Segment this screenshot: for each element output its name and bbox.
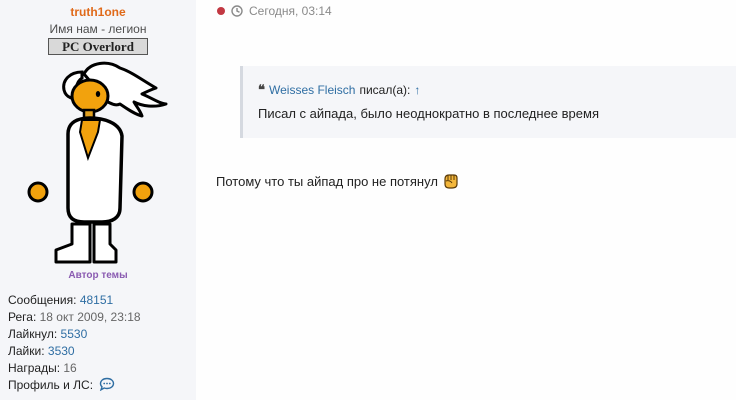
user-title: Имя нам - легион: [49, 22, 147, 36]
rank-badge: PC Overlord: [48, 38, 148, 55]
quote-author-link[interactable]: Weisses Fleisch: [269, 83, 355, 97]
quote-header: ❝ Weisses Fleisch писал(а): ↑: [258, 82, 420, 98]
post-body: Потому что ты айпад про не потянул: [216, 172, 460, 190]
stat-value[interactable]: 3530: [48, 344, 75, 358]
fist-emoji-icon: [444, 174, 458, 189]
author-stats: Сообщения: 48151 Рега: 18 окт 2009, 23:18…: [8, 292, 141, 394]
stat-label: Рега:: [8, 310, 37, 324]
quote-icon: ❝: [258, 82, 265, 97]
stat-row: Лайкнул: 5530: [8, 326, 141, 343]
username[interactable]: truth1one: [0, 5, 196, 19]
stat-label: Лайки:: [8, 344, 45, 358]
quote-wrote-label: писал(а):: [359, 83, 411, 97]
stat-value[interactable]: 48151: [80, 293, 113, 307]
chat-bubble-icon[interactable]: [99, 377, 115, 391]
stat-value[interactable]: 5530: [61, 327, 88, 341]
stat-label: Сообщения:: [8, 293, 77, 307]
avatar[interactable]: [24, 58, 170, 268]
quote-text: Писал с айпада, было неоднократно в посл…: [258, 106, 599, 121]
stat-label: Лайкнул:: [8, 327, 58, 341]
stat-label: Профиль и ЛС:: [8, 378, 94, 392]
stat-row: Рега: 18 окт 2009, 23:18: [8, 309, 141, 326]
quote-source-arrow[interactable]: ↑: [414, 83, 420, 97]
stat-row: Профиль и ЛС:: [8, 377, 141, 394]
post-meta: Сегодня, 03:14: [217, 4, 332, 18]
post-text: Потому что ты айпад про не потянул: [216, 173, 438, 189]
topic-author-label: Автор темы: [68, 270, 128, 281]
stat-label: Награды:: [8, 361, 61, 375]
clock-icon: [231, 5, 243, 17]
quote-block: ❝ Weisses Fleisch писал(а): ↑ Писал с ай…: [240, 66, 736, 138]
author-sidebar: truth1one Имя нам - легион PC Overlord А…: [0, 0, 196, 400]
post-timestamp[interactable]: Сегодня, 03:14: [249, 4, 332, 18]
stat-row: Награды: 16: [8, 360, 141, 377]
stat-row: Лайки: 3530: [8, 343, 141, 360]
stat-value: 18 окт 2009, 23:18: [39, 310, 141, 324]
online-status-dot: [217, 7, 225, 15]
stat-value: 16: [63, 361, 77, 375]
stat-row: Сообщения: 48151: [8, 292, 141, 309]
